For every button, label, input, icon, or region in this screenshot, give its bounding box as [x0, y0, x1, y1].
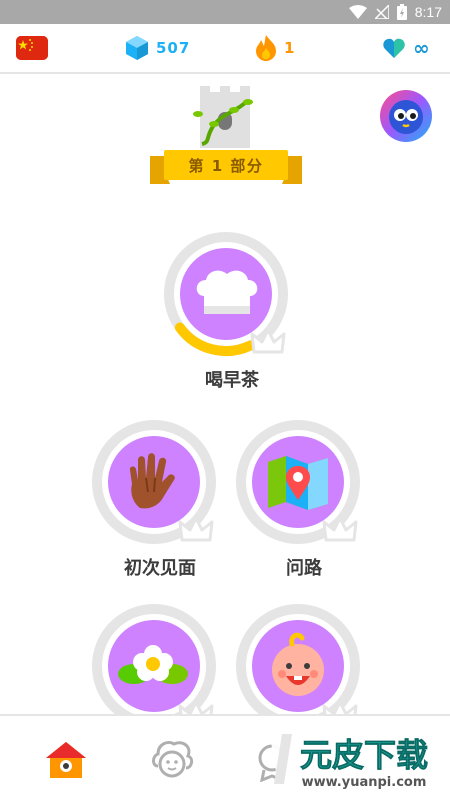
map-pin-icon	[268, 456, 328, 510]
chef-hat-icon	[196, 270, 258, 314]
hand-wave-icon	[129, 453, 175, 509]
unit-5[interactable]	[234, 602, 364, 732]
unit-3[interactable]: 问路	[234, 418, 364, 579]
baby-face-icon	[272, 632, 324, 696]
clock: 8:17	[414, 4, 442, 20]
hearts-count: ∞	[413, 36, 431, 60]
gems-count: 507	[156, 39, 191, 57]
unit-label: 喝早茶	[205, 370, 259, 391]
castle-icon	[193, 86, 253, 148]
status-bar: 8:17	[0, 0, 450, 24]
character-avatar-button[interactable]	[379, 89, 433, 143]
battery-icon	[396, 4, 407, 20]
gem-icon	[126, 36, 148, 60]
crown-icon	[322, 516, 358, 542]
streak-counter[interactable]: 1	[256, 34, 295, 62]
watermark-logo: 元皮下载 www.yuanpi.com	[268, 724, 448, 796]
home-icon[interactable]	[44, 738, 88, 782]
section-banner-label: 第 1 部分	[189, 157, 264, 175]
fire-icon	[256, 35, 276, 61]
china-flag-icon[interactable]	[16, 36, 48, 60]
watermark-title: 元皮下载	[300, 736, 428, 774]
flower-icon	[118, 645, 188, 684]
heart-icon	[383, 38, 405, 58]
no-signal-icon	[374, 5, 389, 19]
crown-icon	[178, 516, 214, 542]
unit-4[interactable]	[90, 602, 220, 732]
unit-1[interactable]: 喝早茶	[162, 230, 292, 391]
hearts-counter[interactable]: ∞	[383, 34, 431, 62]
streak-count: 1	[284, 39, 296, 57]
gems-counter[interactable]: 507	[126, 34, 190, 62]
watermark-url: www.yuanpi.com	[302, 775, 427, 790]
unit-2[interactable]: 初次见面	[90, 418, 220, 579]
characters-icon[interactable]	[150, 738, 194, 782]
crown-icon	[250, 328, 286, 354]
wifi-icon	[348, 5, 367, 19]
top-stats-bar: 507 1 ∞	[0, 24, 450, 74]
section-castle-badge[interactable]: 第 1 部分	[150, 84, 302, 196]
unit-label: 问路	[286, 558, 322, 579]
